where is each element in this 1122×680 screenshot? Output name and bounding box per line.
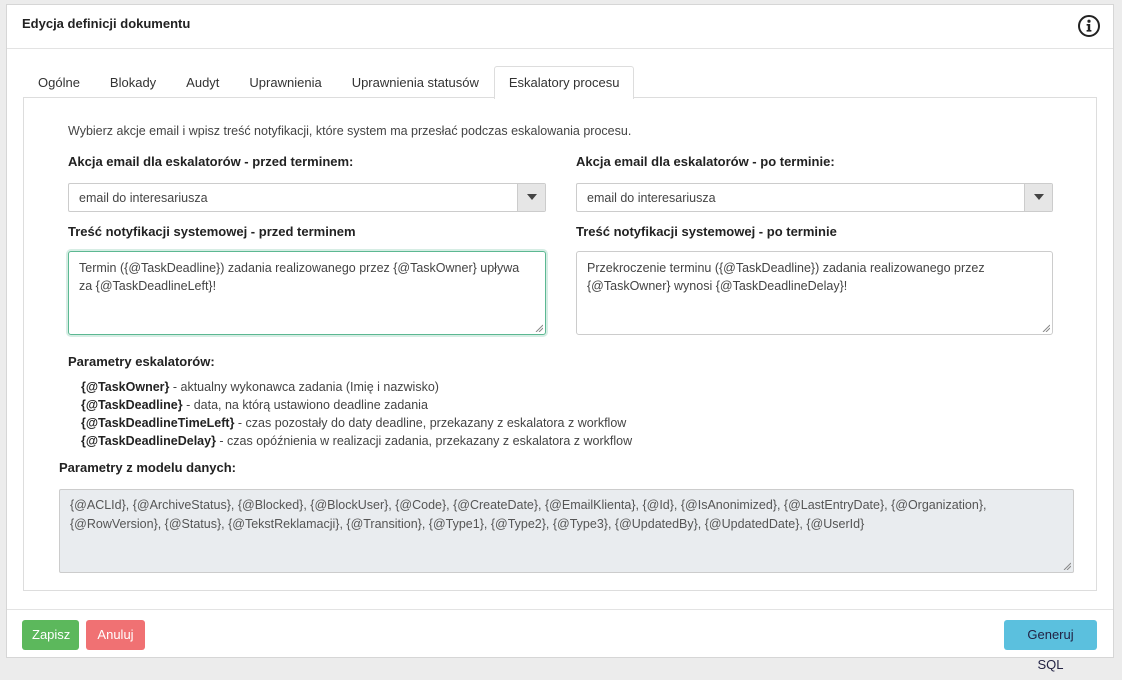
cancel-button[interactable]: Anuluj: [86, 620, 145, 650]
param-desc: - czas pozostały do daty deadline, przek…: [234, 416, 627, 430]
resize-handle-icon[interactable]: [535, 324, 543, 332]
param-item: {@TaskDeadlineTimeLeft} - czas pozostały…: [81, 414, 632, 432]
email-before-label: Akcja email dla eskalatorów - przed term…: [68, 154, 354, 169]
notif-before-label: Treść notyfikacji systemowej - przed ter…: [68, 224, 356, 239]
tab-content: Wybierz akcje email i wpisz treść notyfi…: [23, 97, 1097, 591]
param-item: {@TaskDeadlineDelay} - czas opóźnienia w…: [81, 432, 632, 450]
model-title: Parametry z modelu danych:: [59, 460, 236, 475]
tab-audyt[interactable]: Audyt: [171, 66, 234, 98]
caret-down-icon: [1034, 194, 1044, 200]
notif-after-textarea[interactable]: Przekroczenie terminu ({@TaskDeadline}) …: [576, 251, 1053, 335]
param-name: {@TaskDeadline}: [81, 398, 183, 412]
tab-uprawnienia[interactable]: Uprawnienia: [234, 66, 336, 98]
param-name: {@TaskDeadlineDelay}: [81, 434, 216, 448]
email-after-select[interactable]: email do interesariusza: [576, 183, 1053, 212]
param-item: {@TaskOwner} - aktualny wykonawca zadani…: [81, 378, 632, 396]
notif-after-label: Treść notyfikacji systemowej - po termin…: [576, 224, 837, 239]
param-item: {@TaskDeadline} - data, na którą ustawio…: [81, 396, 632, 414]
tab-eskalatory-procesu[interactable]: Eskalatory procesu: [493, 66, 635, 99]
params-title: Parametry eskalatorów:: [68, 354, 215, 369]
save-button[interactable]: Zapisz: [22, 620, 79, 650]
param-name: {@TaskOwner}: [81, 380, 170, 394]
email-after-value: email do interesariusza: [587, 191, 716, 205]
email-before-select[interactable]: email do interesariusza: [68, 183, 546, 212]
resize-handle-icon[interactable]: [1042, 324, 1050, 332]
caret-down-icon: [527, 194, 537, 200]
param-desc: - czas opóźnienia w realizacji zadania, …: [215, 434, 633, 448]
edit-panel: Edycja definicji dokumentu Ogólne Blokad…: [6, 4, 1114, 672]
page-title: Edycja definicji dokumentu: [22, 16, 191, 31]
model-params-text: {@ACLId}, {@ArchiveStatus}, {@Blocked}, …: [70, 498, 987, 531]
param-name: {@TaskDeadlineTimeLeft}: [81, 416, 235, 430]
notif-before-textarea[interactable]: Termin ({@TaskDeadline}) zadania realizo…: [68, 251, 546, 335]
param-desc: - aktualny wykonawca zadania (Imię i naz…: [169, 380, 439, 394]
info-circle-icon[interactable]: [1077, 14, 1101, 38]
panel-header: Edycja definicji dokumentu: [7, 5, 1113, 49]
tab-bar: Ogólne Blokady Audyt Uprawnienia Uprawni…: [23, 66, 635, 99]
generate-sql-button[interactable]: Generuj SQL: [1004, 620, 1097, 672]
params-list: {@TaskOwner} - aktualny wykonawca zadani…: [81, 378, 632, 450]
notif-before-text: Termin ({@TaskDeadline}) zadania realizo…: [79, 261, 520, 293]
notif-after-text: Przekroczenie terminu ({@TaskDeadline}) …: [587, 261, 985, 293]
dropdown-button[interactable]: [1024, 184, 1052, 211]
email-after-label: Akcja email dla eskalatorów - po termini…: [576, 154, 835, 169]
dropdown-button[interactable]: [517, 184, 545, 211]
email-before-value: email do interesariusza: [79, 191, 208, 205]
intro-text: Wybierz akcje email i wpisz treść notyfi…: [68, 124, 632, 138]
tab-blokady[interactable]: Blokady: [95, 66, 171, 98]
model-params-textarea[interactable]: {@ACLId}, {@ArchiveStatus}, {@Blocked}, …: [59, 489, 1074, 573]
tab-uprawnienia-statusow[interactable]: Uprawnienia statusów: [337, 66, 494, 98]
param-desc: - data, na którą ustawiono deadline zada…: [182, 398, 428, 412]
tab-ogolne[interactable]: Ogólne: [23, 66, 95, 98]
footer: Zapisz Anuluj Generuj SQL: [7, 609, 1113, 672]
resize-handle-icon[interactable]: [1063, 562, 1071, 570]
